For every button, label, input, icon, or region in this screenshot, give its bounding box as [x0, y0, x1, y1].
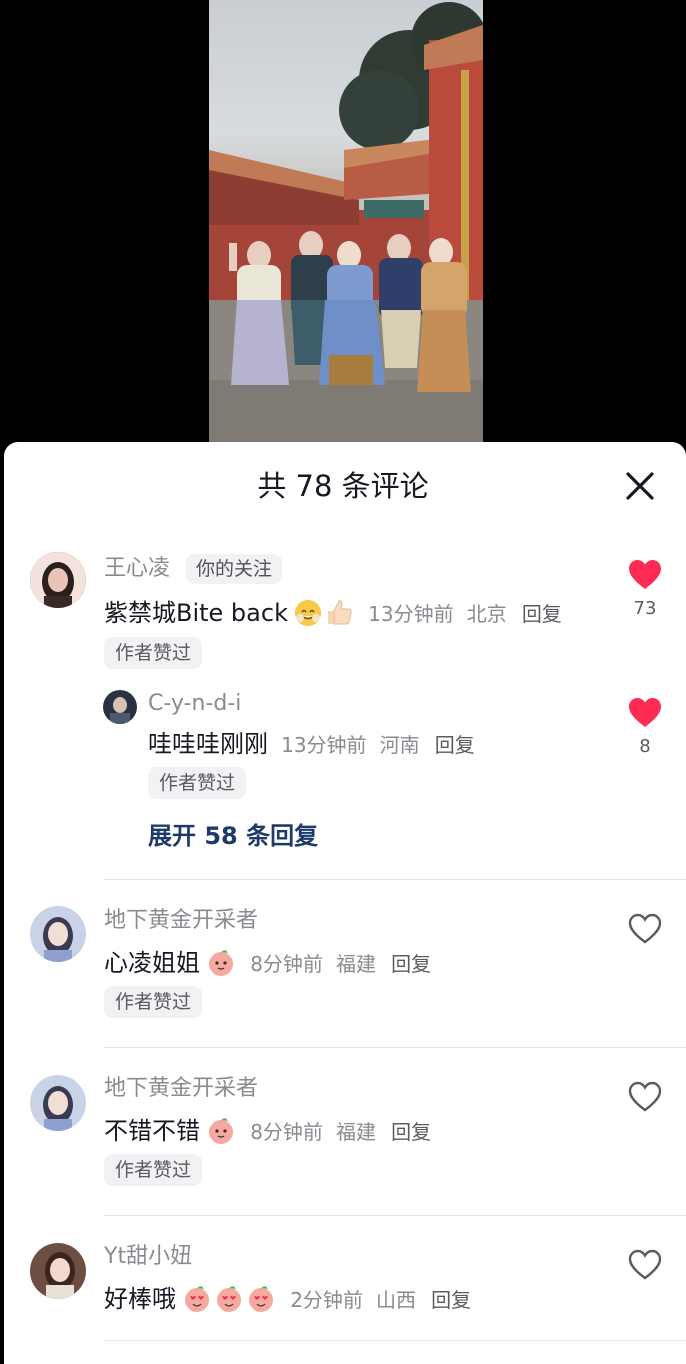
avatar-image — [30, 552, 86, 608]
smile-emoji — [295, 600, 322, 626]
comment-count-title: 共 78 条评论 — [257, 469, 429, 503]
peach-emoji — [209, 1118, 234, 1144]
like-button[interactable] — [628, 913, 662, 945]
expand-replies-button[interactable]: 展开 58 条回复 — [148, 818, 318, 854]
reply-button[interactable]: 回复 — [522, 602, 562, 626]
comment-text: 紫禁城Bite back — [104, 599, 288, 627]
heart-eyes-peach-emoji — [217, 1286, 242, 1312]
comment-time: 8分钟前 — [250, 1120, 323, 1144]
comment-text: 心凌姐姐 — [104, 949, 200, 977]
comment-username[interactable]: 地下黄金开采者 — [104, 1074, 258, 1104]
author-liked-badge: 作者赞过 — [104, 1154, 203, 1186]
close-x-icon — [626, 472, 654, 500]
avatar[interactable] — [30, 906, 86, 962]
reply-time: 13分钟前 — [281, 733, 367, 757]
reply-button[interactable]: 回复 — [391, 952, 431, 976]
author-liked-badge: 作者赞过 — [148, 767, 247, 799]
divider — [103, 1340, 686, 1341]
comment-location: 山西 — [376, 1288, 417, 1312]
like-count: 73 — [633, 598, 657, 619]
avatar[interactable] — [30, 1243, 86, 1299]
video-scene-image — [209, 2, 483, 442]
avatar-image — [30, 906, 86, 962]
like-button[interactable] — [628, 559, 662, 591]
heart-outline-icon — [628, 1249, 662, 1280]
divider — [103, 879, 686, 880]
heart-eyes-peach-emoji — [185, 1286, 210, 1312]
comment-body[interactable]: 紫禁城Bite back 13分钟前 北京 回复 — [104, 596, 562, 633]
reply-like-button[interactable] — [628, 697, 662, 729]
comment-text: 不错不错 — [104, 1117, 200, 1145]
divider — [103, 1215, 686, 1216]
heart-filled-icon — [629, 560, 661, 589]
comment-time: 8分钟前 — [250, 952, 323, 976]
comment-time: 13分钟前 — [368, 602, 454, 626]
divider — [103, 1047, 686, 1048]
comment-body[interactable]: 心凌姐姐 8分钟前 福建 回复 — [104, 946, 431, 983]
avatar-image — [30, 1243, 86, 1299]
reply-like-count: 8 — [639, 736, 651, 757]
author-liked-badge: 作者赞过 — [104, 986, 203, 1018]
avatar-image — [30, 1075, 86, 1131]
comment-text: 好棒哦 — [104, 1285, 176, 1313]
heart-eyes-peach-emoji — [249, 1286, 274, 1312]
reply-body[interactable]: 哇哇哇刚刚 13分钟前 河南 回复 — [148, 727, 475, 764]
following-tag: 你的关注 — [186, 554, 283, 584]
heart-outline-icon — [628, 913, 662, 944]
avatar[interactable] — [30, 1075, 86, 1131]
comment-username[interactable]: Yt甜小妞 — [104, 1242, 192, 1272]
video-thumbnail[interactable] — [209, 0, 483, 442]
reply-location: 河南 — [379, 733, 420, 757]
heart-outline-icon — [628, 1081, 662, 1112]
thumbs-up-emoji — [328, 600, 352, 625]
reply-avatar-image — [103, 690, 137, 724]
like-button[interactable] — [628, 1081, 662, 1113]
avatar[interactable] — [30, 552, 86, 608]
comment-location: 福建 — [336, 952, 377, 976]
comment-username[interactable]: 地下黄金开采者 — [104, 906, 258, 936]
reply-avatar[interactable] — [103, 690, 137, 724]
comment-body[interactable]: 好棒哦 2分钟前 山西 回复 — [104, 1282, 471, 1319]
author-liked-badge: 作者赞过 — [104, 637, 203, 669]
like-button[interactable] — [628, 1249, 662, 1281]
reply-button[interactable]: 回复 — [431, 1288, 471, 1312]
comment-location: 福建 — [336, 1120, 377, 1144]
video-player[interactable] — [0, 0, 686, 442]
reply-username[interactable]: C-y-n-d-i — [148, 689, 241, 719]
reply-button[interactable]: 回复 — [435, 733, 475, 757]
reply-text: 哇哇哇刚刚 — [148, 730, 268, 758]
reply-button[interactable]: 回复 — [391, 1120, 431, 1144]
close-button[interactable] — [620, 466, 660, 506]
comment-body[interactable]: 不错不错 8分钟前 福建 回复 — [104, 1114, 431, 1151]
comment-location: 北京 — [466, 602, 507, 626]
comment-time: 2分钟前 — [290, 1288, 363, 1312]
comment-username[interactable]: 王心凌 — [104, 554, 170, 584]
heart-filled-icon — [629, 698, 661, 727]
peach-emoji — [209, 950, 234, 976]
